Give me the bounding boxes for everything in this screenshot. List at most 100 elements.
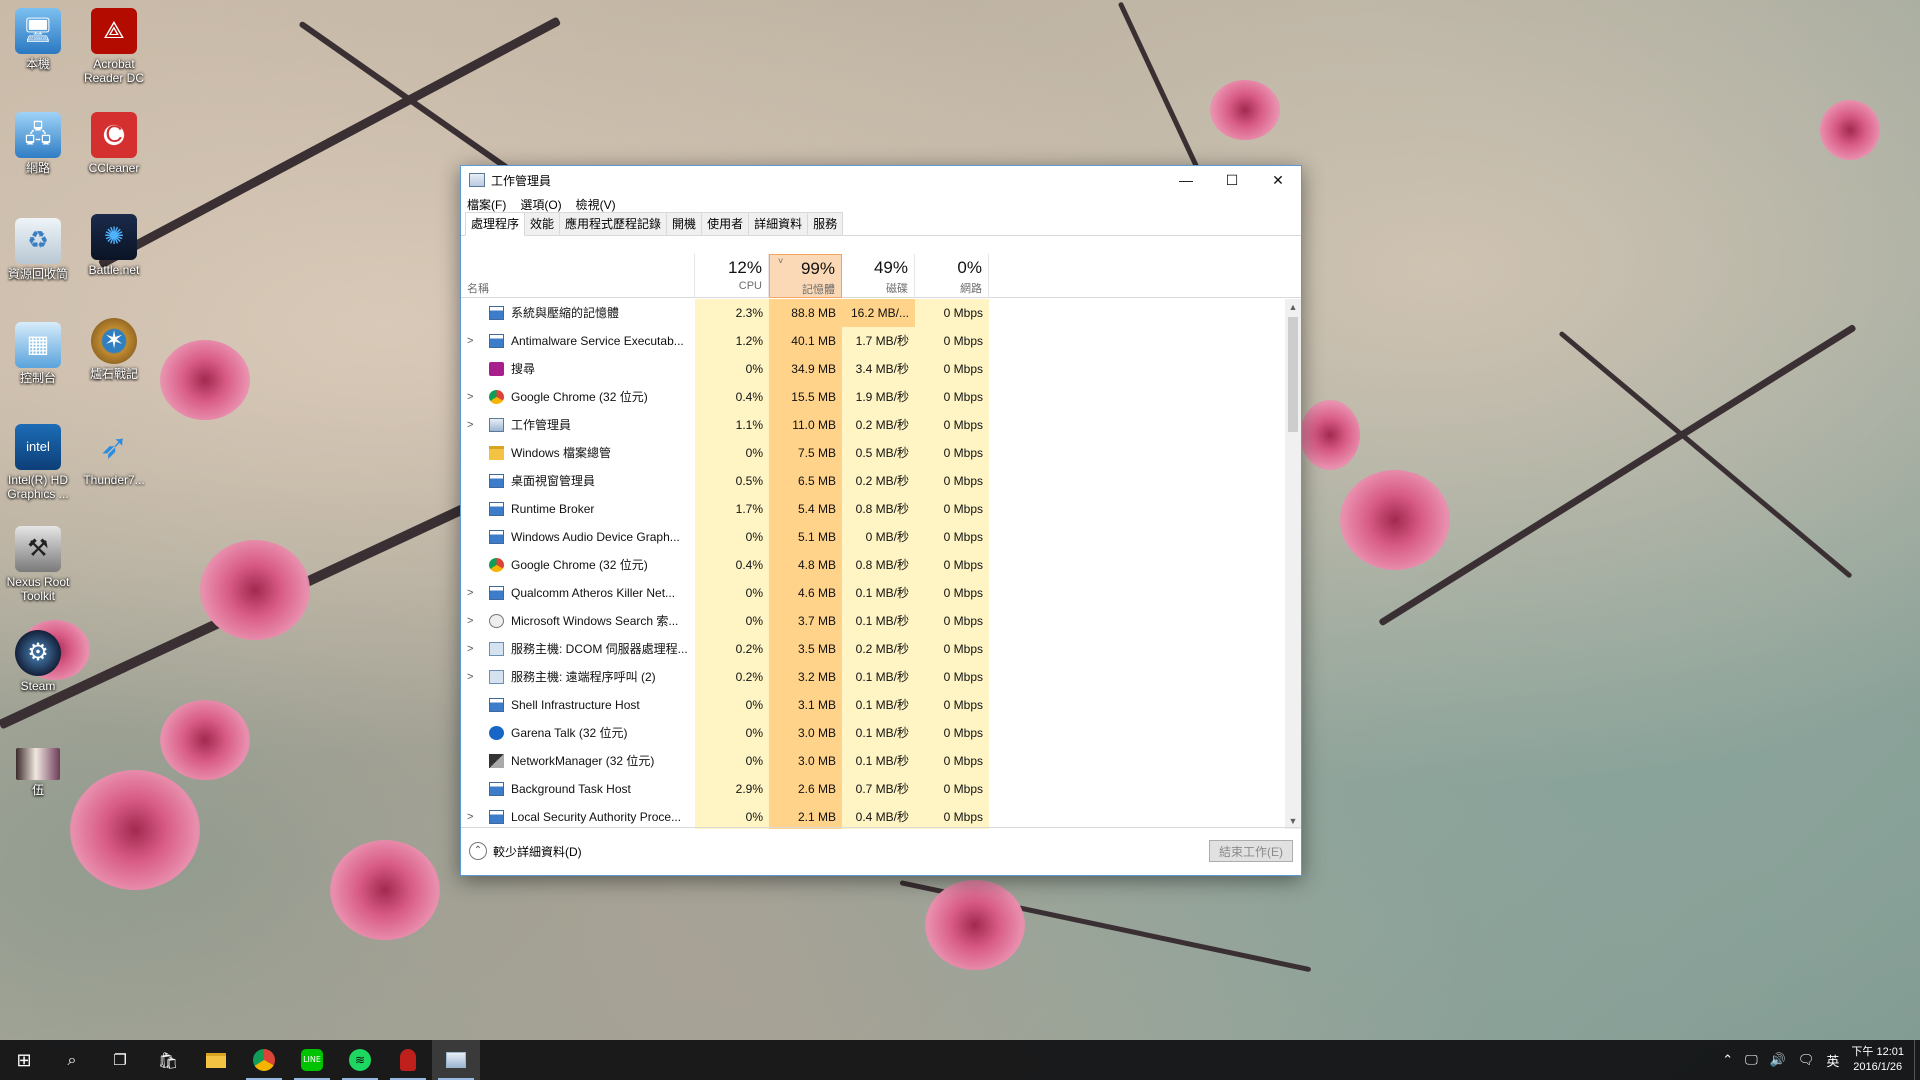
desktop-icon-video[interactable]: 伍: [0, 748, 76, 797]
process-name-cell: Background Task Host: [461, 775, 695, 803]
tab-details[interactable]: 詳細資料: [748, 212, 809, 235]
fewer-details-button[interactable]: ⌃ 較少詳細資料(D): [469, 842, 582, 860]
chevron-right-icon[interactable]: >: [467, 803, 473, 829]
chevron-right-icon[interactable]: >: [467, 635, 473, 663]
process-cpu: 0.2%: [695, 663, 769, 691]
menu-options[interactable]: 選項(O): [520, 196, 561, 213]
taskbar-store[interactable]: 🛍: [144, 1040, 192, 1080]
process-row[interactable]: > 服務主機: DCOM 伺服器處理程... 0.2% 3.5 MB 0.2 MB/秒 0…: [461, 635, 1285, 663]
process-disk: 0.2 MB/秒: [842, 467, 915, 495]
chevron-right-icon[interactable]: >: [467, 579, 473, 607]
desktop-icon-nexus-toolkit[interactable]: ⚒ Nexus Root Toolkit: [0, 526, 76, 603]
desktop-icon-ccleaner[interactable]: C CCleaner: [76, 112, 152, 175]
desktop-icon-network[interactable]: 🖧 網路: [0, 112, 76, 175]
chevron-right-icon[interactable]: >: [467, 327, 473, 355]
notification-icon[interactable]: 🗨: [1798, 1052, 1815, 1068]
chevron-right-icon[interactable]: >: [467, 663, 473, 691]
process-memory: 3.7 MB: [769, 607, 842, 635]
menu-file[interactable]: 檔案(F): [467, 196, 506, 213]
title-bar[interactable]: 工作管理員 — ☐ ✕: [461, 166, 1301, 194]
desktop-icon-computer[interactable]: 🖥 本機: [0, 8, 76, 71]
taskbar-file-explorer[interactable]: [192, 1040, 240, 1080]
process-row[interactable]: Background Task Host 2.9% 2.6 MB 0.7 MB/秒 0 …: [461, 775, 1285, 803]
tab-processes[interactable]: 處理程序: [465, 212, 526, 236]
input-method-indicator[interactable]: 英: [1826, 1051, 1839, 1070]
vertical-scrollbar[interactable]: ▲ ▼: [1285, 299, 1301, 829]
maximize-button[interactable]: ☐: [1209, 166, 1255, 194]
close-button[interactable]: ✕: [1255, 166, 1301, 194]
menu-view[interactable]: 檢視(V): [576, 196, 616, 213]
taskbar-spotify[interactable]: ≋: [336, 1040, 384, 1080]
desktop-icon-control-panel[interactable]: ▦ 控制台: [0, 322, 76, 385]
process-row[interactable]: > Antimalware Service Executab... 1.2% 40.1…: [461, 327, 1285, 355]
tab-services[interactable]: 服務: [807, 212, 844, 235]
show-desktop-button[interactable]: [1914, 1040, 1920, 1080]
scroll-up-icon[interactable]: ▲: [1285, 299, 1301, 315]
desktop-icon-intel-graphics[interactable]: intel Intel(R) HD Graphics ...: [0, 424, 76, 501]
chevron-right-icon[interactable]: >: [467, 411, 473, 439]
process-name: Background Task Host: [511, 782, 631, 796]
column-network[interactable]: 0% 網路: [915, 254, 989, 298]
process-row[interactable]: Garena Talk (32 位元) 0% 3.0 MB 0.1 MB/秒 0 Mbp…: [461, 719, 1285, 747]
chevron-up-icon[interactable]: ⌃: [1722, 1052, 1733, 1068]
column-disk[interactable]: 49% 磁碟: [842, 254, 915, 298]
start-button[interactable]: ⊞: [0, 1040, 48, 1080]
process-row[interactable]: > Google Chrome (32 位元) 0.4% 15.5 MB 1.9 MB/…: [461, 383, 1285, 411]
process-memory: 2.6 MB: [769, 775, 842, 803]
store-icon: 🛍: [157, 1050, 179, 1070]
process-disk: 0.1 MB/秒: [842, 663, 915, 691]
taskbar-chrome[interactable]: [240, 1040, 288, 1080]
taskbar-task-manager[interactable]: [432, 1040, 480, 1080]
task-view-button[interactable]: ❐: [96, 1040, 144, 1080]
column-memory[interactable]: ˅ 99% 記憶體: [769, 254, 842, 298]
volume-icon[interactable]: 🔊: [1770, 1052, 1786, 1068]
desktop-icon-battlenet[interactable]: ✺ Battle.net: [76, 214, 152, 277]
minimize-button[interactable]: —: [1163, 166, 1209, 194]
column-cpu[interactable]: 12% CPU: [695, 254, 769, 298]
task-manager-window[interactable]: 工作管理員 — ☐ ✕ 檔案(F) 選項(O) 檢視(V) 處理程序 效能 應用…: [460, 165, 1302, 876]
tab-performance[interactable]: 效能: [524, 212, 561, 235]
process-row[interactable]: 系統與壓縮的記憶體 2.3% 88.8 MB 16.2 MB/... 0 Mbps: [461, 299, 1285, 327]
process-row[interactable]: Windows 檔案總管 0% 7.5 MB 0.5 MB/秒 0 Mbps: [461, 439, 1285, 467]
acrobat-icon: ⟁: [91, 8, 137, 54]
window-icon: [489, 334, 504, 348]
desktop-icon-steam[interactable]: ⚙ Steam: [0, 630, 76, 693]
tab-startup[interactable]: 開機: [666, 212, 703, 235]
tab-app-history[interactable]: 應用程式歷程記錄: [559, 212, 668, 235]
tab-users[interactable]: 使用者: [701, 212, 750, 235]
search-button[interactable]: ⌕: [48, 1040, 96, 1080]
process-row[interactable]: > Qualcomm Atheros Killer Net... 0% 4.6 MB 0…: [461, 579, 1285, 607]
menu-bar: 檔案(F) 選項(O) 檢視(V): [461, 194, 1301, 214]
process-row[interactable]: > Microsoft Windows Search 索... 0% 3.7 MB 0.…: [461, 607, 1285, 635]
process-network: 0 Mbps: [915, 383, 989, 411]
network-status-icon[interactable]: 🖵: [1745, 1052, 1758, 1068]
taskbar-line[interactable]: LINE: [288, 1040, 336, 1080]
process-row[interactable]: Shell Infrastructure Host 0% 3.1 MB 0.1 MB/…: [461, 691, 1285, 719]
chevron-right-icon[interactable]: >: [467, 383, 473, 411]
process-row[interactable]: Runtime Broker 1.7% 5.4 MB 0.8 MB/秒 0 Mbps: [461, 495, 1285, 523]
process-row[interactable]: 桌面視窗管理員 0.5% 6.5 MB 0.2 MB/秒 0 Mbps: [461, 467, 1285, 495]
control-panel-icon: ▦: [15, 322, 61, 368]
chevron-right-icon[interactable]: >: [467, 607, 473, 635]
desktop-icon-thunder[interactable]: ➶ Thunder7...: [76, 424, 152, 487]
process-row[interactable]: > Local Security Authority Proce... 0% 2.1 …: [461, 803, 1285, 829]
process-row[interactable]: Windows Audio Device Graph... 0% 5.1 MB 0 M…: [461, 523, 1285, 551]
clock[interactable]: 下午 12:01 2016/1/26: [1851, 1045, 1904, 1075]
process-disk: 1.7 MB/秒: [842, 327, 915, 355]
taskbar-red-app[interactable]: [384, 1040, 432, 1080]
nexus-toolkit-icon: ⚒: [15, 526, 61, 572]
process-row[interactable]: > 服務主機: 遠端程序呼叫 (2) 0.2% 3.2 MB 0.1 MB/秒 0 Mbp…: [461, 663, 1285, 691]
scroll-thumb[interactable]: [1288, 317, 1298, 432]
process-row[interactable]: Google Chrome (32 位元) 0.4% 4.8 MB 0.8 MB/秒 0…: [461, 551, 1285, 579]
folder-icon: [489, 446, 504, 460]
process-disk: 0.2 MB/秒: [842, 411, 915, 439]
process-row[interactable]: > 工作管理員 1.1% 11.0 MB 0.2 MB/秒 0 Mbps: [461, 411, 1285, 439]
desktop-icon-acrobat[interactable]: ⟁ Acrobat Reader DC: [76, 8, 152, 85]
desktop-icon-hearthstone[interactable]: ✶ 爐石戰記: [76, 318, 152, 381]
desktop-icon-recycle-bin[interactable]: ♻ 資源回收筒: [0, 218, 76, 281]
sort-down-icon: ˅: [778, 256, 784, 266]
end-task-button[interactable]: 結束工作(E): [1209, 840, 1293, 862]
process-row[interactable]: 搜尋 0% 34.9 MB 3.4 MB/秒 0 Mbps: [461, 355, 1285, 383]
process-row[interactable]: NetworkManager (32 位元) 0% 3.0 MB 0.1 MB/秒 0 …: [461, 747, 1285, 775]
column-name[interactable]: 名稱: [461, 254, 695, 298]
